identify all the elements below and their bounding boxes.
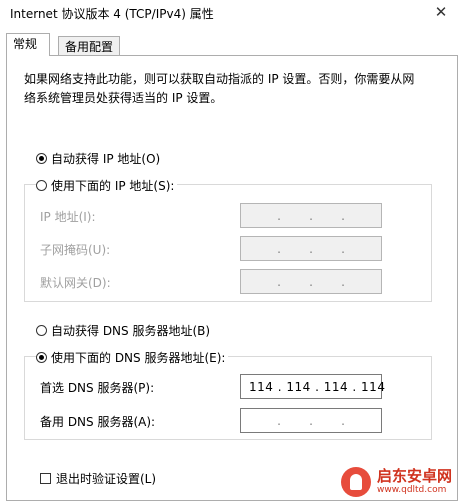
ip-separators: ... [277,414,345,428]
description-text: 如果网络支持此功能，则可以获取自动指派的 IP 设置。否则，你需要从网络系统管理… [24,72,415,105]
tab-alternate-configuration[interactable]: 备用配置 [58,36,120,55]
default-gateway-input[interactable]: ... [240,269,382,294]
radio-indicator [36,325,47,336]
watermark: 启东安卓网 www.qdltd.com [340,467,452,497]
preferred-dns-value: 114 . 114 . 114 . 114 [249,380,386,394]
auto-dns-radio[interactable]: 自动获得 DNS 服务器地址(B) [36,322,210,339]
watermark-name: 启东安卓网 [376,467,452,485]
ip-separators: ... [277,242,345,256]
auto-dns-label: 自动获得 DNS 服务器地址(B) [51,324,211,338]
tab-general[interactable]: 常规 [6,33,50,56]
validate-settings-label: 退出时验证设置(L) [56,472,157,486]
ip-separators: ... [277,275,345,289]
radio-indicator [36,153,47,164]
ip-address-input[interactable]: ... [240,203,382,228]
watermark-text: 启东安卓网 www.qdltd.com [377,468,452,496]
tab-bar: 常规 备用配置 [6,33,456,56]
subnet-mask-label: 子网掩码(U): [40,243,111,257]
alternate-dns-label: 备用 DNS 服务器(A): [40,415,156,429]
default-gateway-label: 默认网关(D): [40,276,111,290]
radio-indicator [36,352,47,363]
title-bar: Internet 协议版本 4 (TCP/IPv4) 属性 ✕ [0,0,458,28]
subnet-mask-input[interactable]: ... [240,236,382,261]
alternate-dns-input[interactable]: ... [240,408,382,433]
window-title: Internet 协议版本 4 (TCP/IPv4) 属性 [10,7,214,21]
validate-settings-checkbox[interactable]: 退出时验证设置(L) [40,470,156,487]
watermark-url: www.qdltd.com [376,485,447,495]
ip-address-label: IP 地址(I): [40,210,96,224]
checkbox-indicator [40,473,51,484]
auto-ip-label: 自动获得 IP 地址(O) [51,152,161,166]
manual-ip-label: 使用下面的 IP 地址(S): [51,179,175,193]
radio-indicator [36,180,47,191]
manual-dns-label: 使用下面的 DNS 服务器地址(E): [51,351,226,365]
close-button[interactable]: ✕ [424,0,458,24]
manual-dns-radio[interactable]: 使用下面的 DNS 服务器地址(E): [36,349,229,366]
manual-ip-radio[interactable]: 使用下面的 IP 地址(S): [36,177,178,194]
preferred-dns-label: 首选 DNS 服务器(P): [40,381,155,395]
watermark-logo-icon [340,467,371,497]
preferred-dns-input[interactable]: 114 . 114 . 114 . 114 [240,374,386,399]
auto-ip-radio[interactable]: 自动获得 IP 地址(O) [36,150,160,167]
ip-separators: ... [277,209,345,223]
